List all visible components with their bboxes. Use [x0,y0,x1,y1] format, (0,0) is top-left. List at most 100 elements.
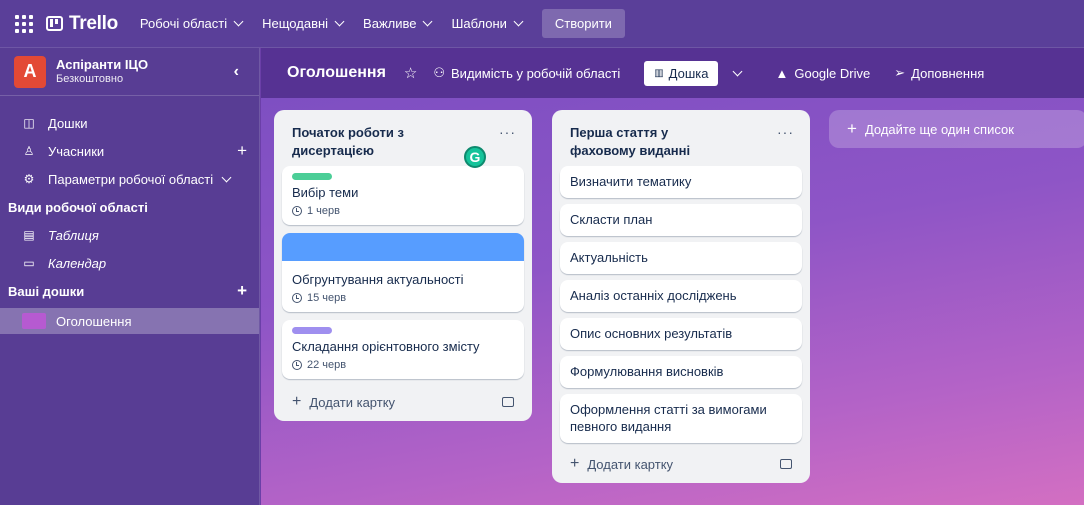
workspace-avatar[interactable]: A [14,55,46,88]
card-title: Аналіз останніх досліджень [570,288,737,303]
workspace-header: A Аспіранти ІЦО Безкоштовно ‹ [0,48,259,96]
chevron-down-icon [513,16,524,27]
card[interactable]: Аналіз останніх досліджень [560,280,802,312]
due-date-badge: 22 черв [292,359,514,371]
add-card-button[interactable]: + Додати картку [560,449,802,475]
card-title: Скласти план [570,212,653,227]
collapse-sidebar-icon[interactable]: ‹ [234,63,245,81]
workspace-plan: Безкоштовно [56,72,124,85]
list-actions-icon[interactable]: ··· [499,124,516,140]
chevron-down-icon [334,16,345,27]
list-title[interactable]: Початок роботи з дисертацією [292,124,452,160]
card[interactable]: Опис основних результатів [560,318,802,350]
clock-icon [292,206,302,216]
google-drive-icon: ▲ [775,65,789,81]
sidebar-item-boards[interactable]: ◫ Дошки [0,112,259,134]
nav-recent[interactable]: Нещодавні [262,16,345,31]
due-date-text: 22 черв [307,359,347,371]
card-title: Вибір теми [292,185,359,200]
add-card-button[interactable]: + Додати картку [282,387,524,413]
nav-templates-label: Шаблони [451,16,507,31]
views-dropdown-chevron-icon[interactable] [733,66,743,76]
card[interactable]: Складання орієнтовного змісту 22 черв [282,320,524,379]
card[interactable]: Визначити тематику [560,166,802,198]
list-column: Перша стаття у фаховому виданні ··· Визн… [552,110,810,483]
due-date-text: 15 черв [307,292,347,304]
add-card-label: Додати картку [587,456,674,472]
card[interactable]: Скласти план [560,204,802,236]
add-list-button[interactable]: + Додайте ще один список [829,110,1084,148]
sidebar-item-label: Таблиця [48,227,99,243]
sidebar-item-label: Параметри робочої області [48,171,214,187]
your-boards-label: Ваші дошки [8,283,85,299]
star-board-icon[interactable]: ☆ [404,64,417,82]
powerups-button[interactable]: ➢ Доповнення [894,65,984,81]
nav-templates[interactable]: Шаблони [451,16,524,31]
list-header[interactable]: Перша стаття у фаховому виданні ··· [560,120,802,166]
grammarly-icon[interactable]: G [464,146,486,168]
trello-logo[interactable]: Trello [46,13,118,35]
list-title[interactable]: Перша стаття у фаховому виданні [570,124,730,160]
google-drive-label: Google Drive [794,65,871,81]
sidebar-item-members[interactable]: ♙ Учасники + [0,140,259,162]
card-title: Визначити тематику [570,174,692,189]
sidebar-item-calendar[interactable]: ▭ Календар [0,252,259,274]
visibility-button[interactable]: ⚇ Видимість у робочій області [433,65,620,81]
board-view-button[interactable]: ▥ Дошка [644,60,719,86]
workspace-views-header: Види робочої області [8,199,148,215]
board-canvas: Початок роботи з дисертацією ··· G Вибір… [261,98,1084,505]
card[interactable]: Вибір теми 1 черв [282,166,524,225]
add-board-icon[interactable]: + [237,281,247,301]
list-header[interactable]: Початок роботи з дисертацією ··· [282,120,524,166]
nav-workspaces[interactable]: Робочі області [139,16,244,31]
list-column: Початок роботи з дисертацією ··· G Вибір… [274,110,532,421]
due-date-badge: 1 черв [292,205,514,217]
google-drive-button[interactable]: ▲ Google Drive [775,66,870,81]
app-switcher-icon[interactable] [14,14,34,34]
card[interactable]: Формулювання висновків [560,356,802,388]
calendar-icon: ▭ [23,256,35,270]
board-color-swatch [22,313,46,329]
sidebar-item-settings[interactable]: ⚙ Параметри робочої області [0,168,259,190]
add-card-label: Додати картку [309,394,396,410]
nav-workspaces-label: Робочі області [139,16,228,31]
your-boards-header: Ваші дошки + [0,280,259,302]
card-template-icon[interactable] [780,459,792,469]
create-button[interactable]: Створити [541,9,625,38]
card-label-purple [292,327,332,334]
card[interactable]: Актуальність [560,242,802,274]
card[interactable]: Обгрунтування актуальності 15 черв [282,233,524,312]
clock-icon [292,293,302,303]
chevron-down-icon [233,16,244,27]
sidebar-item-table[interactable]: ▤ Таблиця [0,224,259,246]
chevron-down-icon [423,16,433,27]
workspace-sidebar: A Аспіранти ІЦО Безкоштовно ‹ ◫ Дошки ♙ … [0,48,260,505]
card-title: Оформлення статті за вимогами певного ви… [570,402,767,434]
rocket-icon: ➢ [894,65,906,80]
gear-icon: ⚙ [23,172,35,186]
card[interactable]: Оформлення статті за вимогами певного ви… [560,394,802,443]
sidebar-menu: ◫ Дошки ♙ Учасники + ⚙ Параметри робочої… [0,96,259,334]
logo-text: Trello [69,12,118,34]
trello-board-icon [46,16,63,31]
card-title: Опис основних результатів [570,326,733,341]
nav-starred[interactable]: Важливе [363,16,433,31]
board-view-icon: ▥ [654,67,664,79]
due-date-text: 1 черв [307,205,340,217]
card-title: Обгрунтування актуальності [292,272,464,287]
list-actions-icon[interactable]: ··· [777,124,794,140]
workspace-name: Аспіранти ІЦО [56,56,149,72]
plus-icon: + [847,119,857,138]
add-list-label: Додайте ще один список [864,121,1014,137]
sidebar-item-label: Дошки [48,115,88,131]
sidebar-board-item[interactable]: Оголошення [0,308,259,334]
visibility-label: Видимість у робочій області [451,65,621,81]
card-template-icon[interactable] [502,397,514,407]
table-icon: ▤ [23,228,35,242]
clock-icon [292,360,302,370]
nav-recent-label: Нещодавні [262,16,329,31]
top-navigation-bar: Trello Робочі області Нещодавні Важливе … [0,0,1084,48]
card-title: Складання орієнтовного змісту [292,339,480,354]
board-title[interactable]: Оголошення [287,64,386,82]
add-member-icon[interactable]: + [237,141,247,161]
